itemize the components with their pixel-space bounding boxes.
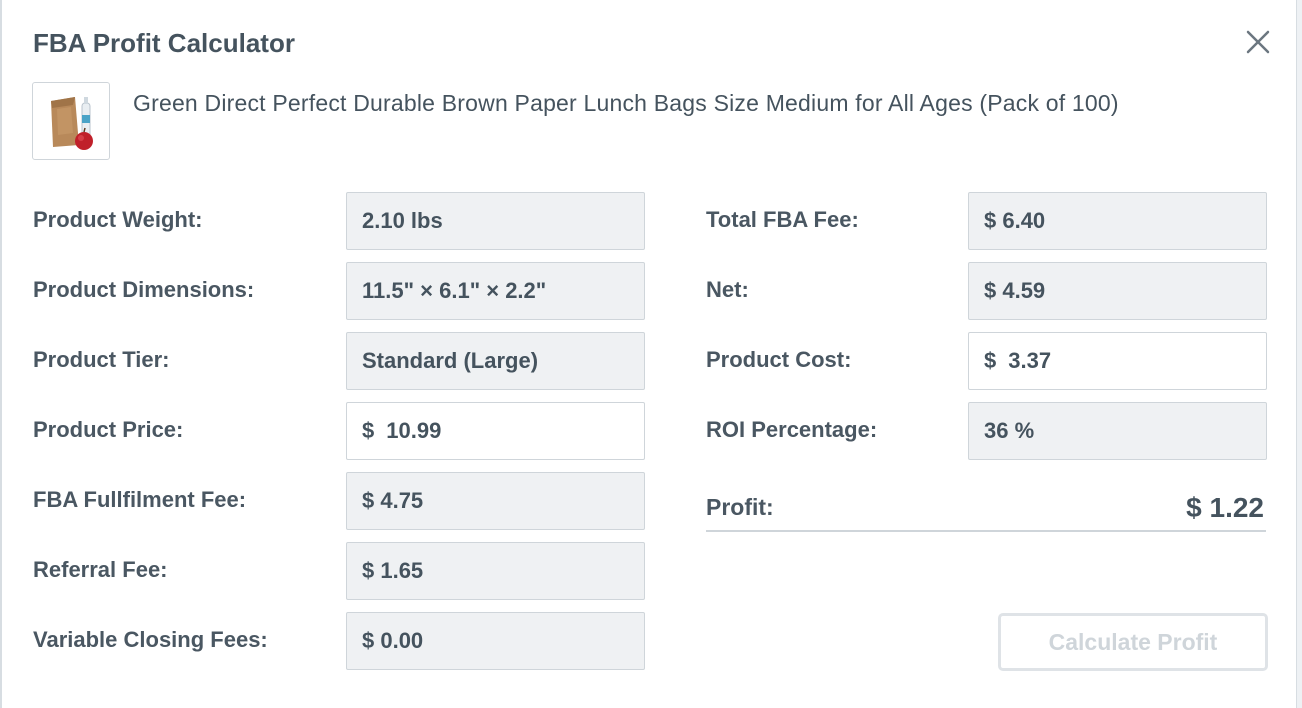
page-scrollbar[interactable] (1296, 0, 1302, 708)
calculate-profit-button[interactable]: Calculate Profit (998, 613, 1268, 671)
roi-percentage-label: ROI Percentage: (706, 417, 878, 442)
product-thumbnail (32, 82, 110, 160)
fba-fulfilment-fee-field: $ 4.75 (346, 472, 645, 530)
net-label: Net: (706, 277, 749, 302)
product-title: Green Direct Perfect Durable Brown Paper… (133, 90, 1119, 116)
product-dimensions-label: Product Dimensions: (33, 277, 255, 302)
product-weight-field: 2.10 lbs (346, 192, 645, 250)
fba-fulfilment-fee-label: FBA Fullfilment Fee: (33, 487, 247, 512)
product-dimensions-field: 11.5" × 6.1" × 2.2" (346, 262, 645, 320)
net-field: $ 4.59 (968, 262, 1267, 320)
referral-fee-value: $ 1.65 (362, 558, 424, 583)
product-dimensions-value: 11.5" × 6.1" × 2.2" (362, 278, 547, 303)
product-cost-input[interactable]: $ 3.37 (968, 332, 1267, 390)
roi-percentage-field: 36 % (968, 402, 1267, 460)
product-price-input[interactable]: $ 10.99 (346, 402, 645, 460)
profit-value: $ 1.22 (1186, 492, 1264, 523)
product-price-currency: $ (362, 418, 375, 443)
close-icon[interactable] (1244, 28, 1272, 56)
product-weight-label: Product Weight: (33, 207, 203, 232)
referral-fee-field: $ 1.65 (346, 542, 645, 600)
variable-closing-fees-label: Variable Closing Fees: (33, 627, 268, 652)
product-tier-value: Standard (Large) (362, 348, 539, 373)
referral-fee-label: Referral Fee: (33, 557, 168, 582)
product-tier-label: Product Tier: (33, 347, 170, 372)
net-value: $ 4.59 (984, 278, 1046, 303)
product-cost-value[interactable]: 3.37 (1008, 348, 1051, 374)
product-weight-value: 2.10 lbs (362, 208, 443, 233)
product-tier-field: Standard (Large) (346, 332, 645, 390)
fba-fulfilment-fee-value: $ 4.75 (362, 488, 424, 513)
product-price-label: Product Price: (33, 417, 184, 442)
product-cost-label: Product Cost: (706, 347, 852, 372)
product-cost-currency: $ (984, 348, 997, 373)
roi-percentage-value: 36 % (984, 418, 1035, 443)
dialog-left-border (0, 0, 2, 708)
profit-label: Profit: (706, 494, 774, 520)
product-price-value[interactable]: 10.99 (386, 418, 441, 444)
total-fba-fee-field: $ 6.40 (968, 192, 1267, 250)
total-fba-fee-label: Total FBA Fee: (706, 207, 859, 232)
dialog-title: FBA Profit Calculator (33, 28, 295, 58)
variable-closing-fees-field: $ 0.00 (346, 612, 645, 670)
total-fba-fee-value: $ 6.40 (984, 208, 1046, 233)
variable-closing-fees-value: $ 0.00 (362, 628, 424, 653)
profit-row: Profit: $ 1.22 (706, 490, 1266, 532)
